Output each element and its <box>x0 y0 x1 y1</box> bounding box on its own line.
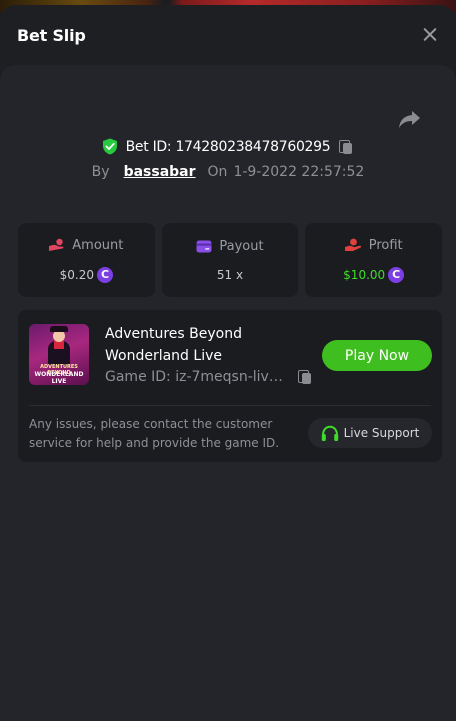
bet-date: 1-9-2022 22:57:52 <box>233 164 365 180</box>
coin-icon: C <box>388 266 405 283</box>
verified-shield-icon <box>102 138 117 155</box>
divider <box>29 405 431 406</box>
bet-id: Bet ID: 174280238478760295 <box>125 138 331 155</box>
game-card: ADVENTURES BEYOND WONDERLAND LIVE Advent… <box>18 310 442 462</box>
close-icon[interactable] <box>420 25 440 45</box>
hand-money-icon <box>344 238 361 251</box>
live-support-button[interactable]: Live Support <box>308 418 432 448</box>
play-now-button[interactable]: Play Now <box>322 340 432 371</box>
wallet-card-icon <box>196 240 212 252</box>
live-support-label: Live Support <box>343 426 420 440</box>
bet-detail-body: Bet ID: 174280238478760295 By bassabar O… <box>0 65 456 721</box>
game-id-row: Game ID: iz-7meqsn-live-adventures-beyon… <box>105 369 313 385</box>
stat-amount: Amount $0.20 C <box>18 223 155 297</box>
hand-coins-icon <box>49 238 64 251</box>
bet-id-row: Bet ID: 174280238478760295 <box>0 138 456 155</box>
game-id: Game ID: iz-7meqsn-live-adventures-beyon… <box>105 369 290 385</box>
bet-meta-row: By bassabar On 1-9-2022 22:57:52 <box>0 164 456 180</box>
bet-stats: Amount $0.20 C Payout 51 x Profit $10.00… <box>18 223 443 297</box>
game-thumbnail[interactable]: ADVENTURES BEYOND WONDERLAND LIVE <box>29 324 89 385</box>
modal-title: Bet Slip <box>17 25 86 45</box>
copy-bet-id-icon[interactable] <box>338 139 354 155</box>
stat-profit: Profit $10.00 C <box>305 223 443 297</box>
stat-profit-label: Profit <box>368 237 403 253</box>
coin-icon: C <box>97 266 114 283</box>
bet-slip-modal: Bet Slip Bet ID: 174280238478760295 By b… <box>0 5 456 721</box>
modal-header: Bet Slip <box>0 5 456 65</box>
stat-payout: Payout 51 x <box>161 223 299 297</box>
by-label: By <box>91 164 110 180</box>
stat-amount-label: Amount <box>72 237 124 253</box>
copy-game-id-icon[interactable] <box>297 369 313 385</box>
on-label: On <box>207 164 228 180</box>
bettor-username-link[interactable]: bassabar <box>124 164 196 180</box>
stat-payout-label: Payout <box>219 238 264 254</box>
support-note: Any issues, please contact the customer … <box>29 417 280 450</box>
stat-profit-value: $10.00 <box>343 267 386 282</box>
game-name: Adventures Beyond Wonderland Live <box>105 326 242 364</box>
thumbnail-line-2: WONDERLAND LIVE <box>34 371 84 385</box>
share-arrow-icon[interactable] <box>398 109 422 129</box>
stat-amount-value: $0.20 <box>59 267 95 282</box>
stat-payout-value: 51 x <box>216 267 244 282</box>
headset-icon <box>321 425 338 441</box>
